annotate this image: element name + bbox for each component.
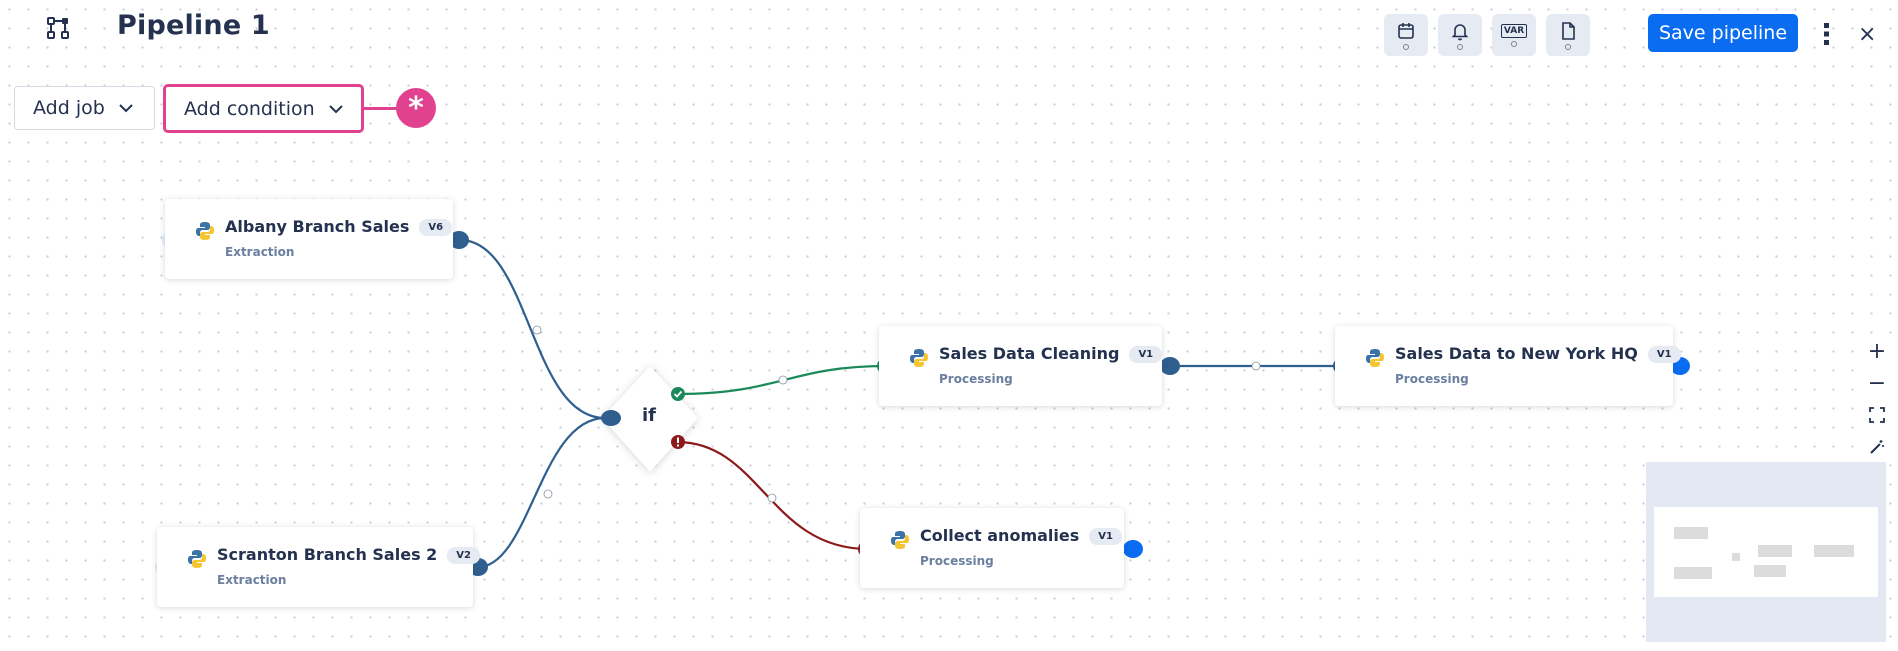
- fit-view-icon: [1869, 407, 1885, 423]
- node-type: Processing: [920, 554, 994, 568]
- version-badge: V6: [419, 219, 453, 236]
- highlight-connector: [362, 107, 400, 110]
- python-icon: [910, 349, 928, 367]
- edge-albany-to-if[interactable]: [459, 238, 606, 420]
- job-node-albany[interactable]: Albany Branch Sales V6 Extraction: [165, 199, 453, 279]
- kebab-menu-icon[interactable]: [1822, 22, 1832, 46]
- python-icon: [196, 222, 214, 240]
- page-title: Pipeline 1: [117, 10, 270, 41]
- documentation-button[interactable]: [1546, 14, 1590, 56]
- node-type: Processing: [939, 372, 1013, 386]
- node-name: Albany Branch Sales: [225, 217, 410, 236]
- node-type: Extraction: [217, 573, 287, 587]
- save-pipeline-button[interactable]: Save pipeline: [1648, 14, 1798, 52]
- minimap-viewport: [1654, 507, 1878, 597]
- magic-wand-icon: [1870, 440, 1884, 454]
- node-name: Collect anomalies: [920, 526, 1080, 545]
- node-type: Extraction: [225, 245, 295, 259]
- job-node-scranton[interactable]: Scranton Branch Sales 2 V2 Extraction: [157, 527, 480, 607]
- close-icon[interactable]: ×: [1858, 22, 1876, 47]
- variables-button[interactable]: VAR: [1492, 14, 1536, 56]
- add-condition-dropdown[interactable]: Add condition: [163, 84, 364, 133]
- variables-icon: VAR: [1500, 23, 1528, 38]
- version-badge: V1: [1129, 346, 1163, 363]
- auto-layout-button[interactable]: [1862, 432, 1892, 462]
- node-name: Scranton Branch Sales 2: [217, 545, 438, 564]
- schedule-button[interactable]: [1384, 14, 1428, 56]
- version-badge: V1: [1647, 346, 1681, 363]
- error-icon: [671, 435, 685, 449]
- highlight-marker[interactable]: *: [396, 88, 436, 128]
- add-condition-label: Add condition: [184, 97, 315, 120]
- fit-view-button[interactable]: [1862, 400, 1892, 430]
- add-job-dropdown[interactable]: Add job: [14, 86, 155, 130]
- zoom-in-button[interactable]: +: [1862, 336, 1892, 366]
- condition-label: if: [642, 405, 657, 426]
- calendar-icon: [1398, 22, 1414, 39]
- add-job-label: Add job: [33, 97, 105, 119]
- version-badge: V1: [1089, 528, 1122, 545]
- node-name: Sales Data to New York HQ: [1395, 344, 1638, 363]
- zoom-out-button[interactable]: −: [1862, 368, 1892, 398]
- chevron-down-icon: [119, 104, 133, 113]
- python-icon: [1366, 349, 1384, 367]
- app-pipeline-icon[interactable]: [46, 16, 70, 40]
- document-icon: [1562, 21, 1575, 40]
- node-type: Processing: [1395, 372, 1469, 386]
- chevron-down-icon: [328, 104, 343, 113]
- minimap[interactable]: [1646, 462, 1886, 642]
- job-node-sales-cleaning[interactable]: Sales Data Cleaning V1 Processing: [879, 326, 1163, 406]
- version-badge: V2: [447, 547, 480, 564]
- notifications-button[interactable]: [1438, 14, 1482, 56]
- node-name: Sales Data Cleaning: [939, 344, 1120, 363]
- bell-icon: [1451, 23, 1469, 40]
- check-icon: [671, 387, 685, 401]
- job-node-collect-anomalies[interactable]: Collect anomalies V1 Processing: [860, 508, 1124, 588]
- python-icon: [891, 531, 909, 549]
- job-node-ny-hq[interactable]: Sales Data to New York HQ V1 Processing: [1335, 326, 1681, 406]
- edge-scranton-to-if[interactable]: [477, 416, 606, 569]
- python-icon: [188, 550, 206, 568]
